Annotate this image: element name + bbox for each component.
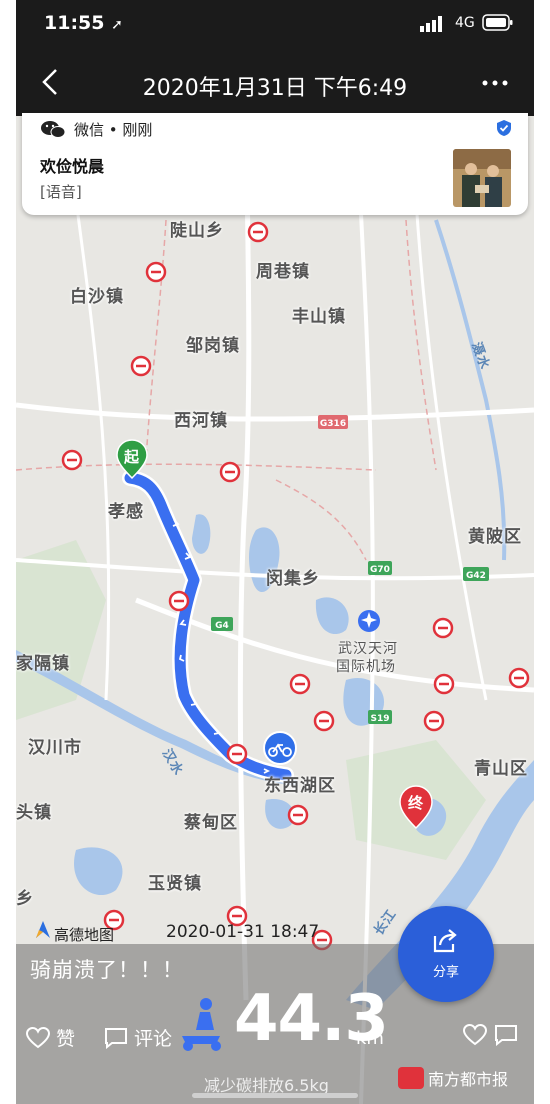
page-title: 2020年1月31日 下午6:49 bbox=[142, 76, 408, 101]
map-label: 黄陂区 bbox=[468, 527, 522, 547]
share-label: 分享 bbox=[432, 965, 459, 980]
distance-unit: km bbox=[356, 1028, 384, 1049]
notification-thumbnail bbox=[453, 149, 511, 207]
network-type: 4G bbox=[455, 15, 475, 31]
map-label: 武汉天河 bbox=[338, 641, 398, 657]
battery-icon bbox=[482, 14, 513, 31]
signal-icon bbox=[420, 16, 442, 32]
newspaper-watermark: 南方都市报 bbox=[398, 1066, 508, 1096]
map-label: 汉川市 bbox=[28, 738, 82, 758]
map-label: 乡 bbox=[16, 889, 34, 909]
more-options-icon[interactable] bbox=[480, 68, 510, 94]
verified-shield-icon bbox=[497, 120, 511, 136]
map-label: 东西湖区 bbox=[264, 776, 336, 796]
heart-icon bbox=[25, 1026, 51, 1049]
svg-text:G316: G316 bbox=[320, 419, 346, 429]
scooter-rider-icon bbox=[182, 998, 221, 1051]
watermark-logo-icon bbox=[398, 1067, 424, 1089]
share-button[interactable]: 分享 bbox=[398, 906, 494, 1002]
comment-icon-right[interactable] bbox=[494, 1024, 520, 1046]
app-screen: G316 G70 G42 G4 S19 起 终 陡山乡 周巷镇 白沙镇 丰山镇 … bbox=[16, 0, 534, 1104]
comment-button[interactable]: 评论 bbox=[104, 1024, 172, 1051]
map-label: 陡山乡 bbox=[170, 221, 224, 241]
map-label: 青山区 bbox=[474, 759, 528, 779]
end-marker-label: 终 bbox=[408, 794, 424, 812]
start-marker-label: 起 bbox=[124, 448, 140, 466]
map-label: 孝感 bbox=[108, 502, 144, 522]
like-button[interactable]: 赞 bbox=[25, 1024, 76, 1051]
wechat-notification[interactable]: 微信 • 刚刚 欢俭悦晨 [语音] bbox=[22, 113, 528, 215]
notification-sender: 欢俭悦晨 bbox=[40, 157, 105, 176]
map-label: 西河镇 bbox=[174, 411, 228, 431]
map-label: 玉贤镇 bbox=[148, 874, 202, 894]
amap-logo-icon bbox=[36, 921, 50, 938]
comment-icon bbox=[105, 1028, 127, 1050]
svg-text:G4: G4 bbox=[215, 621, 229, 631]
map-label: 蔡甸区 bbox=[184, 813, 238, 833]
status-bar: 11:55 ➚ 4G bbox=[16, 0, 534, 48]
bike-marker bbox=[263, 731, 297, 765]
route-datetime: 2020-01-31 18:47 bbox=[166, 922, 320, 942]
home-indicator bbox=[192, 1093, 358, 1098]
status-time: 11:55 ➚ bbox=[44, 12, 123, 34]
like-label: 赞 bbox=[56, 1028, 76, 1050]
comment-label: 评论 bbox=[134, 1028, 173, 1050]
map-label: 头镇 bbox=[16, 803, 52, 823]
map-label: 丰山镇 bbox=[292, 307, 346, 327]
svg-text:G70: G70 bbox=[370, 565, 390, 575]
watermark-text: 南方都市报 bbox=[428, 1070, 509, 1089]
map-label: 国际机场 bbox=[336, 659, 396, 675]
svg-text:G42: G42 bbox=[466, 571, 486, 581]
map-label: 家隔镇 bbox=[16, 654, 70, 674]
share-icon bbox=[433, 929, 457, 953]
map-label: 闵集乡 bbox=[266, 569, 320, 589]
nav-bar: 2020年1月31日 下午6:49 bbox=[16, 48, 534, 116]
notification-app: 微信 • 刚刚 bbox=[74, 121, 153, 139]
map-label: 白沙镇 bbox=[70, 287, 124, 307]
map-label: 邹岗镇 bbox=[186, 336, 240, 356]
wechat-icon bbox=[41, 121, 66, 138]
notification-message: [语音] bbox=[40, 183, 82, 201]
map-label: 周巷镇 bbox=[256, 262, 310, 282]
post-caption: 骑崩溃了！！！ bbox=[30, 958, 184, 982]
svg-text:S19: S19 bbox=[370, 714, 389, 724]
amap-brand: 高德地图 bbox=[54, 926, 115, 944]
like-icon-right[interactable] bbox=[463, 1024, 489, 1046]
